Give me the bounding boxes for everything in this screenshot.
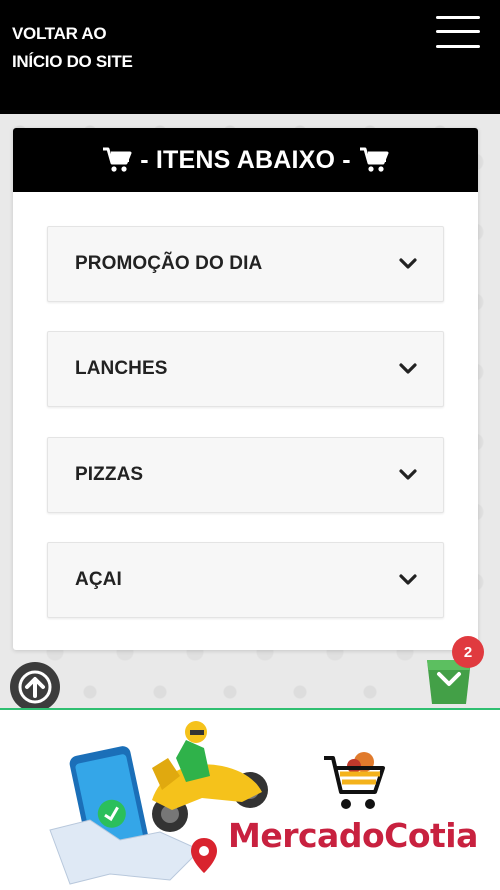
menu-card-header: - ITENS ABAIXO -	[13, 128, 478, 192]
delivery-illustration	[49, 721, 268, 885]
chevron-down-icon	[399, 258, 417, 269]
top-bar: VOLTAR AO INÍCIO DO SITE	[0, 0, 500, 114]
category-label: AÇAI	[75, 569, 122, 590]
footer-banner: MercadoCotia	[0, 708, 500, 890]
menu-card-title: - ITENS ABAIXO -	[140, 145, 351, 174]
cart-count-badge: 2	[452, 636, 484, 668]
category-promocao-do-dia[interactable]: PROMOÇÃO DO DIA	[47, 226, 444, 302]
cart-icon	[103, 147, 132, 172]
brand-name: MercadoCotia	[228, 816, 478, 855]
category-label: LANCHES	[75, 358, 168, 379]
category-lanches[interactable]: LANCHES	[47, 331, 444, 407]
chevron-down-icon	[399, 363, 417, 374]
shopping-cart-logo-icon	[324, 752, 385, 809]
cart-icon	[359, 147, 389, 172]
arrow-up-icon	[18, 670, 52, 704]
back-to-site-link[interactable]: VOLTAR AO INÍCIO DO SITE	[12, 20, 142, 76]
category-pizzas[interactable]: PIZZAS	[47, 437, 444, 513]
menu-card: - ITENS ABAIXO - PROMOÇÃO DO DIA LANCHES…	[13, 128, 478, 650]
chevron-down-icon	[399, 574, 417, 585]
chevron-down-icon	[399, 469, 417, 480]
category-label: PROMOÇÃO DO DIA	[75, 253, 263, 274]
category-label: PIZZAS	[75, 464, 144, 485]
scroll-to-top-button[interactable]	[10, 662, 60, 712]
hamburger-menu-icon[interactable]	[436, 16, 480, 50]
category-acai[interactable]: AÇAI	[47, 542, 444, 618]
